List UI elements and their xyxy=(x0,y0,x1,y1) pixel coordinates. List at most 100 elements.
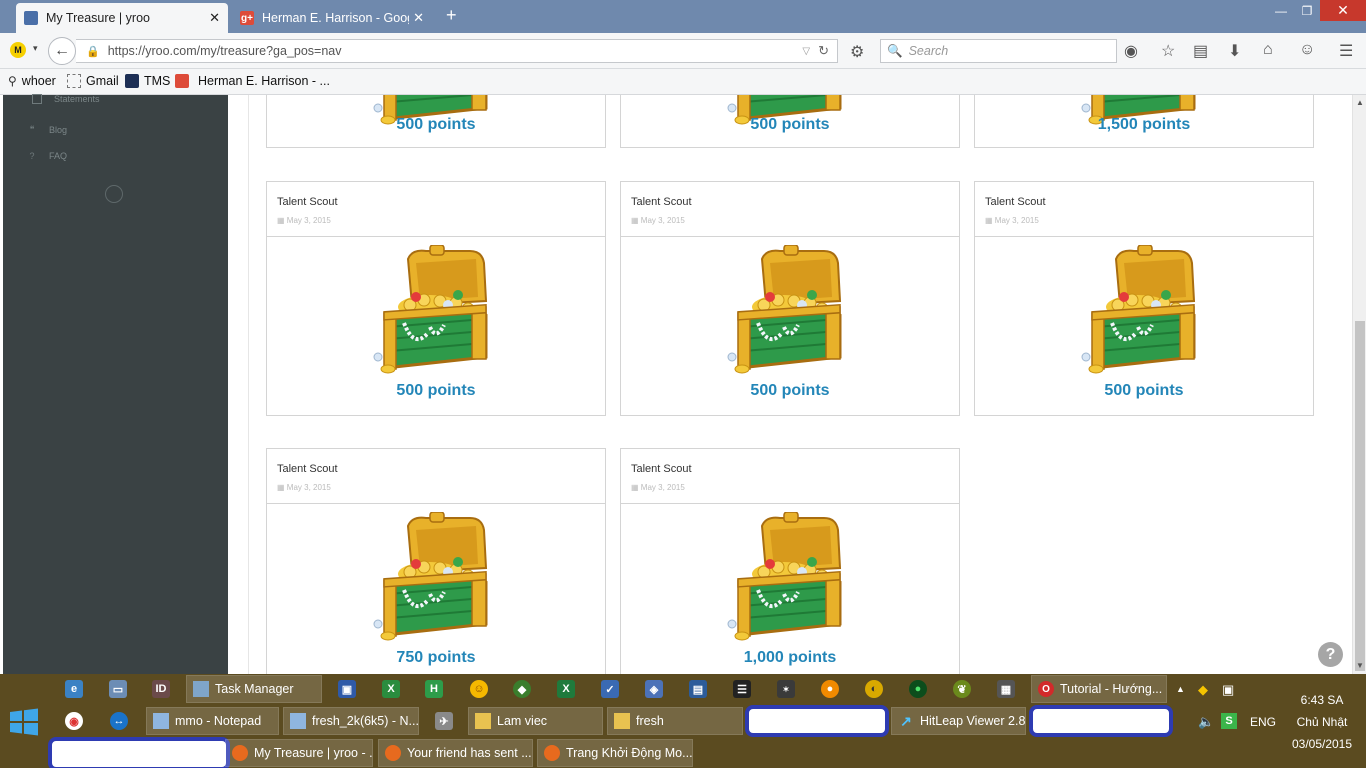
browser-navigation-bar: M ▾ ← 🔒 https://yroo.com/my/treasure?ga_… xyxy=(0,33,1366,69)
home-icon[interactable]: ⌂ xyxy=(1263,41,1273,59)
yroo-extension-icon[interactable]: M xyxy=(10,42,26,58)
help-button[interactable]: ? xyxy=(1318,642,1343,667)
sidebar-item-blog[interactable]: ❝ Blog xyxy=(27,124,67,135)
leaf-app-icon[interactable]: ❦ xyxy=(953,680,971,698)
address-bar[interactable]: 🔒 https://yroo.com/my/treasure?ga_pos=na… xyxy=(76,39,838,63)
bookmark-herman-harrison[interactable]: Herman E. Harrison - ... xyxy=(175,74,330,88)
card-date-text: May 3, 2015 xyxy=(640,216,685,225)
redacted-taskbar-item xyxy=(745,705,889,737)
chrome-icon[interactable]: ◉ xyxy=(65,712,83,730)
taskbar-lam-viec-folder[interactable]: Lam viec xyxy=(468,707,603,735)
treasure-card: Talent Scout ▦ May 3, 2015 750 points xyxy=(266,448,606,674)
taskbar-fresh-folder[interactable]: fresh xyxy=(607,707,743,735)
downloads-icon[interactable]: ⬇ xyxy=(1228,41,1241,61)
remote-desktop-icon[interactable]: ▣ xyxy=(338,680,356,698)
orange-app-icon[interactable]: ● xyxy=(821,680,839,698)
tray-app-icon[interactable]: ◆ xyxy=(1198,682,1208,698)
bookmark-star-icon[interactable]: ☆ xyxy=(1161,41,1175,61)
tray-s-app-icon[interactable]: S xyxy=(1221,713,1237,729)
reading-list-icon[interactable]: ▤ xyxy=(1193,41,1208,61)
close-window-button[interactable]: ✕ xyxy=(1320,0,1366,21)
taskbar-firefox-friend-sent[interactable]: Your friend has sent ... xyxy=(378,739,533,767)
taskbar-fresh-notepad[interactable]: fresh_2k(6k5) - N... xyxy=(283,707,419,735)
list-app-icon[interactable]: ☰ xyxy=(733,680,751,698)
lock-icon[interactable]: 🔒 xyxy=(86,45,100,58)
globe-icon[interactable]: ◉ xyxy=(1124,41,1138,61)
sidebar-item-faq[interactable]: ? FAQ xyxy=(27,151,67,161)
h-app-icon[interactable]: H xyxy=(425,680,443,698)
sidebar-item-label: Statements xyxy=(54,94,100,104)
treasure-chest-icon xyxy=(368,511,506,650)
checklist-icon[interactable]: ✓ xyxy=(601,680,619,698)
history-dropdown-icon[interactable]: ▽ xyxy=(802,46,810,57)
film-app-icon[interactable]: ▦ xyxy=(997,680,1015,698)
taskbar-hitleap-viewer[interactable]: ↗ HitLeap Viewer 2.8 xyxy=(891,707,1026,735)
clock-time[interactable]: 6:43 SA xyxy=(1284,693,1360,707)
search-icon: 🔍 xyxy=(887,43,903,58)
network-drive-icon[interactable]: ✈ xyxy=(435,712,453,730)
bookmark-gmail[interactable]: Gmail xyxy=(67,74,119,88)
document-icon xyxy=(32,94,42,104)
taskbar-firefox-trang-khoi-dong[interactable]: Trang Khởi Động Mo... xyxy=(537,739,693,767)
bookmark-tms[interactable]: TMS xyxy=(125,74,170,88)
globe-app-icon[interactable]: ◆ xyxy=(513,680,531,698)
network-tool-icon[interactable]: ▤ xyxy=(689,680,707,698)
card-header: Talent Scout ▦ May 3, 2015 xyxy=(267,182,605,237)
treasure-card: 500 points xyxy=(620,95,960,148)
sidebar-item-statements[interactable]: Statements xyxy=(32,94,100,104)
excel-shortcut-icon[interactable]: X xyxy=(382,680,400,698)
green-orb-icon[interactable]: ● xyxy=(909,680,927,698)
url-text[interactable]: https://yroo.com/my/treasure?ga_pos=nav xyxy=(108,44,803,58)
bookmark-whoer[interactable]: ⚲ whoer xyxy=(8,74,56,88)
language-indicator[interactable]: ENG xyxy=(1246,715,1280,729)
indesign-icon[interactable]: ID xyxy=(152,680,170,698)
search-input[interactable]: 🔍 Search xyxy=(880,39,1117,63)
virtualbox-icon[interactable]: ◈ xyxy=(645,680,663,698)
smiley-app-icon[interactable]: ☺ xyxy=(470,680,488,698)
maximize-window-button[interactable]: ❐ xyxy=(1294,0,1320,21)
taskbar-firefox-my-treasure[interactable]: My Treasure | yroo - ... xyxy=(225,739,373,767)
tab-herman-harrison[interactable]: g+ Herman E. Harrison - Goog... ✕ xyxy=(232,3,432,33)
volume-icon[interactable]: 🔈 xyxy=(1198,714,1214,730)
spy-app-icon[interactable]: ◐ xyxy=(865,680,883,698)
network-icon[interactable]: ▣ xyxy=(1222,682,1234,698)
taskbar-item-label: Tutorial - Hướng... xyxy=(1060,682,1163,696)
new-tab-button[interactable]: + xyxy=(446,5,457,26)
scrollbar-thumb[interactable] xyxy=(1355,321,1365,671)
chevron-down-icon[interactable]: ▾ xyxy=(33,43,38,54)
clock-day[interactable]: Chủ Nhật xyxy=(1284,715,1360,729)
treasure-card: 500 points xyxy=(266,95,606,148)
redacted-taskbar-item xyxy=(1029,705,1173,737)
taskbar-task-manager[interactable]: Task Manager xyxy=(186,675,322,703)
gear-icon[interactable]: ⚙ xyxy=(850,42,864,62)
question-icon: ? xyxy=(29,151,35,161)
back-button[interactable]: ← xyxy=(48,37,76,65)
folder-icon xyxy=(475,713,491,729)
windows-start-icon[interactable] xyxy=(8,708,40,736)
account-sidebar: Statements ❝ Blog ? FAQ xyxy=(3,94,228,674)
scroll-down-arrow-icon[interactable]: ▼ xyxy=(1356,661,1364,670)
ie-icon[interactable]: e xyxy=(65,680,83,698)
hello-chat-icon[interactable]: ☺ xyxy=(1299,41,1315,59)
taskbar-item-label: Task Manager xyxy=(215,682,294,696)
page-scrollbar[interactable]: ▲ ▼ xyxy=(1352,95,1366,674)
excel-icon[interactable]: X xyxy=(557,680,575,698)
close-tab-icon[interactable]: ✕ xyxy=(413,10,424,26)
close-tab-icon[interactable]: ✕ xyxy=(209,10,220,26)
clock-date[interactable]: 03/05/2015 xyxy=(1284,737,1360,751)
calendar-icon: ▦ xyxy=(631,483,641,492)
card-title: Talent Scout xyxy=(631,463,692,475)
tray-expand-icon[interactable]: ▲ xyxy=(1176,684,1185,694)
pulse-app-icon[interactable]: ✶ xyxy=(777,680,795,698)
scroll-up-arrow-icon[interactable]: ▲ xyxy=(1356,98,1364,107)
sidebar-collapse-button[interactable] xyxy=(105,185,123,203)
teamviewer-icon[interactable]: ↔ xyxy=(110,712,128,730)
explorer-icon[interactable]: ▭ xyxy=(109,680,127,698)
reload-icon[interactable]: ↻ xyxy=(818,43,829,59)
tab-my-treasure[interactable]: My Treasure | yroo ✕ xyxy=(16,3,228,33)
hamburger-menu-icon[interactable]: ☰ xyxy=(1339,41,1353,61)
taskbar-mmo-notepad[interactable]: mmo - Notepad xyxy=(146,707,279,735)
calendar-icon: ▦ xyxy=(631,216,641,225)
taskbar-opera-tutorial[interactable]: O Tutorial - Hướng... xyxy=(1031,675,1167,703)
minimize-window-button[interactable]: — xyxy=(1268,0,1294,21)
